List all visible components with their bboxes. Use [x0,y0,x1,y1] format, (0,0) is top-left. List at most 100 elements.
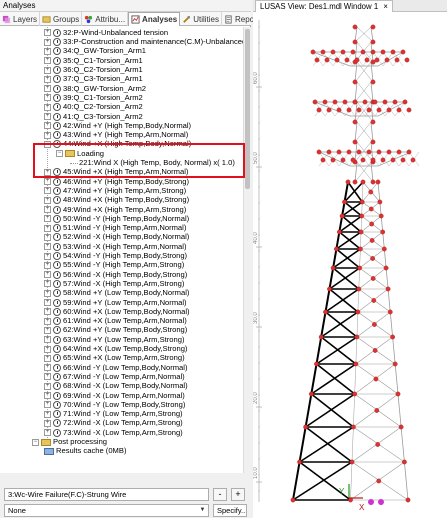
tree-item[interactable]: +33:P-Construction and maintenance(C.M)-… [44,37,243,47]
expand-toggle[interactable]: + [44,308,51,316]
tower-canvas[interactable]: 60.0 50.0 40.0 30.0 20.0 10.0 Y X [253,12,447,518]
expand-toggle[interactable]: + [44,252,51,260]
tree-item[interactable]: +35:Q_C1-Torsion_Arm1 [44,56,143,65]
tree-item[interactable]: +69:Wind -X (Low Temp,Arm,Normal) [44,391,185,400]
scrollbar-thumb[interactable] [245,29,250,189]
tree-item[interactable]: +53:Wind -X (High Temp,Arm,Normal) [44,242,187,251]
tab-attributes[interactable]: Attribu... [82,12,129,26]
expand-toggle[interactable]: + [44,326,51,334]
tree-item[interactable]: +40:Q_C2-Torsion_Arm2 [44,102,143,112]
tree-item[interactable]: +50:Wind -Y (High Temp,Body,Normal) [44,214,189,223]
tree-item[interactable]: +54:Wind -Y (High Temp,Body,Strong) [44,251,187,260]
tree-scrollbar[interactable] [243,27,251,473]
expand-toggle[interactable]: + [44,299,51,306]
expand-toggle[interactable]: + [44,401,51,409]
tree-item[interactable]: +36:Q_C2-Torsion_Arm1 [44,65,143,74]
tree-item[interactable]: +59:Wind +Y (Low Temp,Arm,Normal) [44,298,187,307]
tree-item[interactable]: +62:Wind +Y (Low Temp,Body,Strong) [44,325,187,335]
tree-item[interactable]: +67:Wind -Y (Low Temp,Arm,Normal) [44,372,185,381]
expand-toggle[interactable]: + [44,336,51,344]
analyses-tree[interactable]: +32:P-Wind-Unbalanced tension +33:P-Const… [0,27,243,473]
expand-toggle[interactable]: + [44,261,51,269]
node-point [371,298,377,303]
expand-toggle[interactable]: + [44,354,51,362]
tree-item[interactable]: +48:Wind +X (High Temp,Body,Strong) [44,195,189,205]
tree-item[interactable]: +70:Wind -Y (Low Temp,Body,Strong) [44,400,185,409]
tree-item[interactable]: +55:Wind -Y (High Temp,Arm,Strong) [44,260,184,270]
close-icon[interactable]: × [383,2,388,11]
expand-toggle[interactable]: + [44,178,51,186]
expand-toggle[interactable]: + [44,392,51,399]
expand-toggle[interactable]: + [44,122,51,130]
expand-toggle[interactable]: + [44,317,51,325]
expand-toggle[interactable]: + [44,243,51,251]
tree-item[interactable]: +38:Q_GW-Torsion_Arm2 [44,84,146,93]
expand-toggle[interactable]: + [44,364,51,372]
loadcase-combo[interactable]: 3:Wc-Wire Failure(F.C)-Strung Wire [4,488,209,501]
tree-item[interactable]: +64:Wind +X (Low Temp,Body,Strong) [44,344,187,353]
tree-item[interactable]: +43:Wind +Y (High Temp,Arm,Normal) [44,130,188,140]
expand-toggle[interactable]: + [44,419,51,427]
tab-utilities[interactable]: Utilities [180,12,222,26]
expand-toggle[interactable]: + [44,103,51,111]
expand-toggle[interactable]: + [44,29,51,37]
tree-item[interactable]: +52:Wind -X (High Temp,Body,Normal) [44,232,189,242]
expand-toggle[interactable]: + [44,289,51,297]
tree-item[interactable]: +65:Wind +X (Low Temp,Arm,Strong) [44,353,185,363]
expand-toggle[interactable]: + [44,38,51,46]
tree-item[interactable]: +51:Wind -Y (High Temp,Arm,Normal) [44,223,186,233]
expand-toggle[interactable]: + [44,373,51,381]
expand-toggle[interactable]: + [44,345,51,353]
expand-toggle[interactable]: + [44,131,51,139]
expand-toggle[interactable]: + [44,382,51,390]
expand-toggle[interactable]: + [44,94,51,102]
expand-toggle[interactable]: + [44,271,51,279]
tree-item[interactable]: − Post processing [32,437,107,446]
expand-toggle[interactable]: + [44,410,51,418]
tree-item[interactable]: +41:Q_C3-Torsion_Arm2 [44,112,143,121]
minus-button[interactable]: - [213,488,227,501]
tree-item[interactable]: +71:Wind -Y (Low Temp,Arm,Strong) [44,409,183,419]
expand-toggle[interactable]: + [44,66,51,74]
tree-item[interactable]: +58:Wind +Y (Low Temp,Body,Normal) [44,288,189,298]
expand-toggle[interactable]: + [44,224,51,232]
expand-toggle[interactable]: + [44,47,51,55]
tree-item[interactable]: +60:Wind +X (Low Temp,Body,Normal) [44,307,190,316]
tree-item[interactable]: +56:Wind -X (High Temp,Body,Strong) [44,270,187,279]
expand-toggle[interactable]: + [44,215,51,223]
tree-item[interactable]: +49:Wind +X (High Temp,Arm,Strong) [44,205,186,214]
specify-dropdown[interactable]: Specify... [213,504,247,517]
tree-item[interactable]: +37:Q_C3-Torsion_Arm1 [44,74,143,84]
tree-item-label: 72:Wind -X (Low Temp,Arm,Strong) [63,418,183,428]
tree-item[interactable]: Results cache (0MB) [44,446,126,455]
expand-toggle[interactable]: + [44,206,51,213]
tree-item[interactable]: +57:Wind -X (High Temp,Arm,Strong) [44,279,184,288]
tree-item[interactable]: +34:Q_GW-Torsion_Arm1 [44,46,146,56]
filter-combo[interactable]: None ▼ [4,504,209,517]
tab-layers[interactable]: Layers [0,12,41,26]
tree-item[interactable]: +66:Wind -Y (Low Temp,Body,Normal) [44,363,188,372]
tree-item[interactable]: +63:Wind +Y (Low Temp,Arm,Strong) [44,335,184,344]
expand-toggle[interactable]: + [44,113,51,120]
expand-toggle[interactable]: + [44,75,51,83]
tree-item[interactable]: +61:Wind +X (Low Temp,Arm,Normal) [44,316,187,326]
expand-toggle[interactable]: + [44,196,51,204]
tree-item[interactable]: +68:Wind -X (Low Temp,Body,Normal) [44,381,188,391]
tree-item[interactable]: +47:Wind +Y (High Temp,Arm,Strong) [44,186,186,195]
view-tab-title[interactable]: LUSAS View: Des1.mdl Window 1 × [255,0,393,12]
tab-groups[interactable]: Groups [40,12,83,26]
expand-toggle[interactable]: + [44,57,51,65]
tree-item[interactable]: +72:Wind -X (Low Temp,Arm,Strong) [44,418,183,428]
expand-toggle[interactable]: + [44,280,51,288]
expand-toggle[interactable]: + [44,233,51,241]
collapse-toggle[interactable]: − [32,438,39,446]
plus-button[interactable]: + [231,488,245,501]
tree-item[interactable]: +39:Q_C1-Torsion_Arm2 [44,93,143,102]
expand-toggle[interactable]: + [44,187,51,195]
tree-item[interactable]: +32:P-Wind-Unbalanced tension [44,28,168,37]
expand-toggle[interactable]: + [44,85,51,93]
tab-analyses[interactable]: Analyses [128,12,181,26]
tree-item[interactable]: +73:Wind -X (Low Temp,Arm,Strong) [44,428,183,437]
tree-item[interactable]: +42:Wind +Y (High Temp,Body,Normal) [44,121,191,130]
expand-toggle[interactable]: + [44,429,51,437]
